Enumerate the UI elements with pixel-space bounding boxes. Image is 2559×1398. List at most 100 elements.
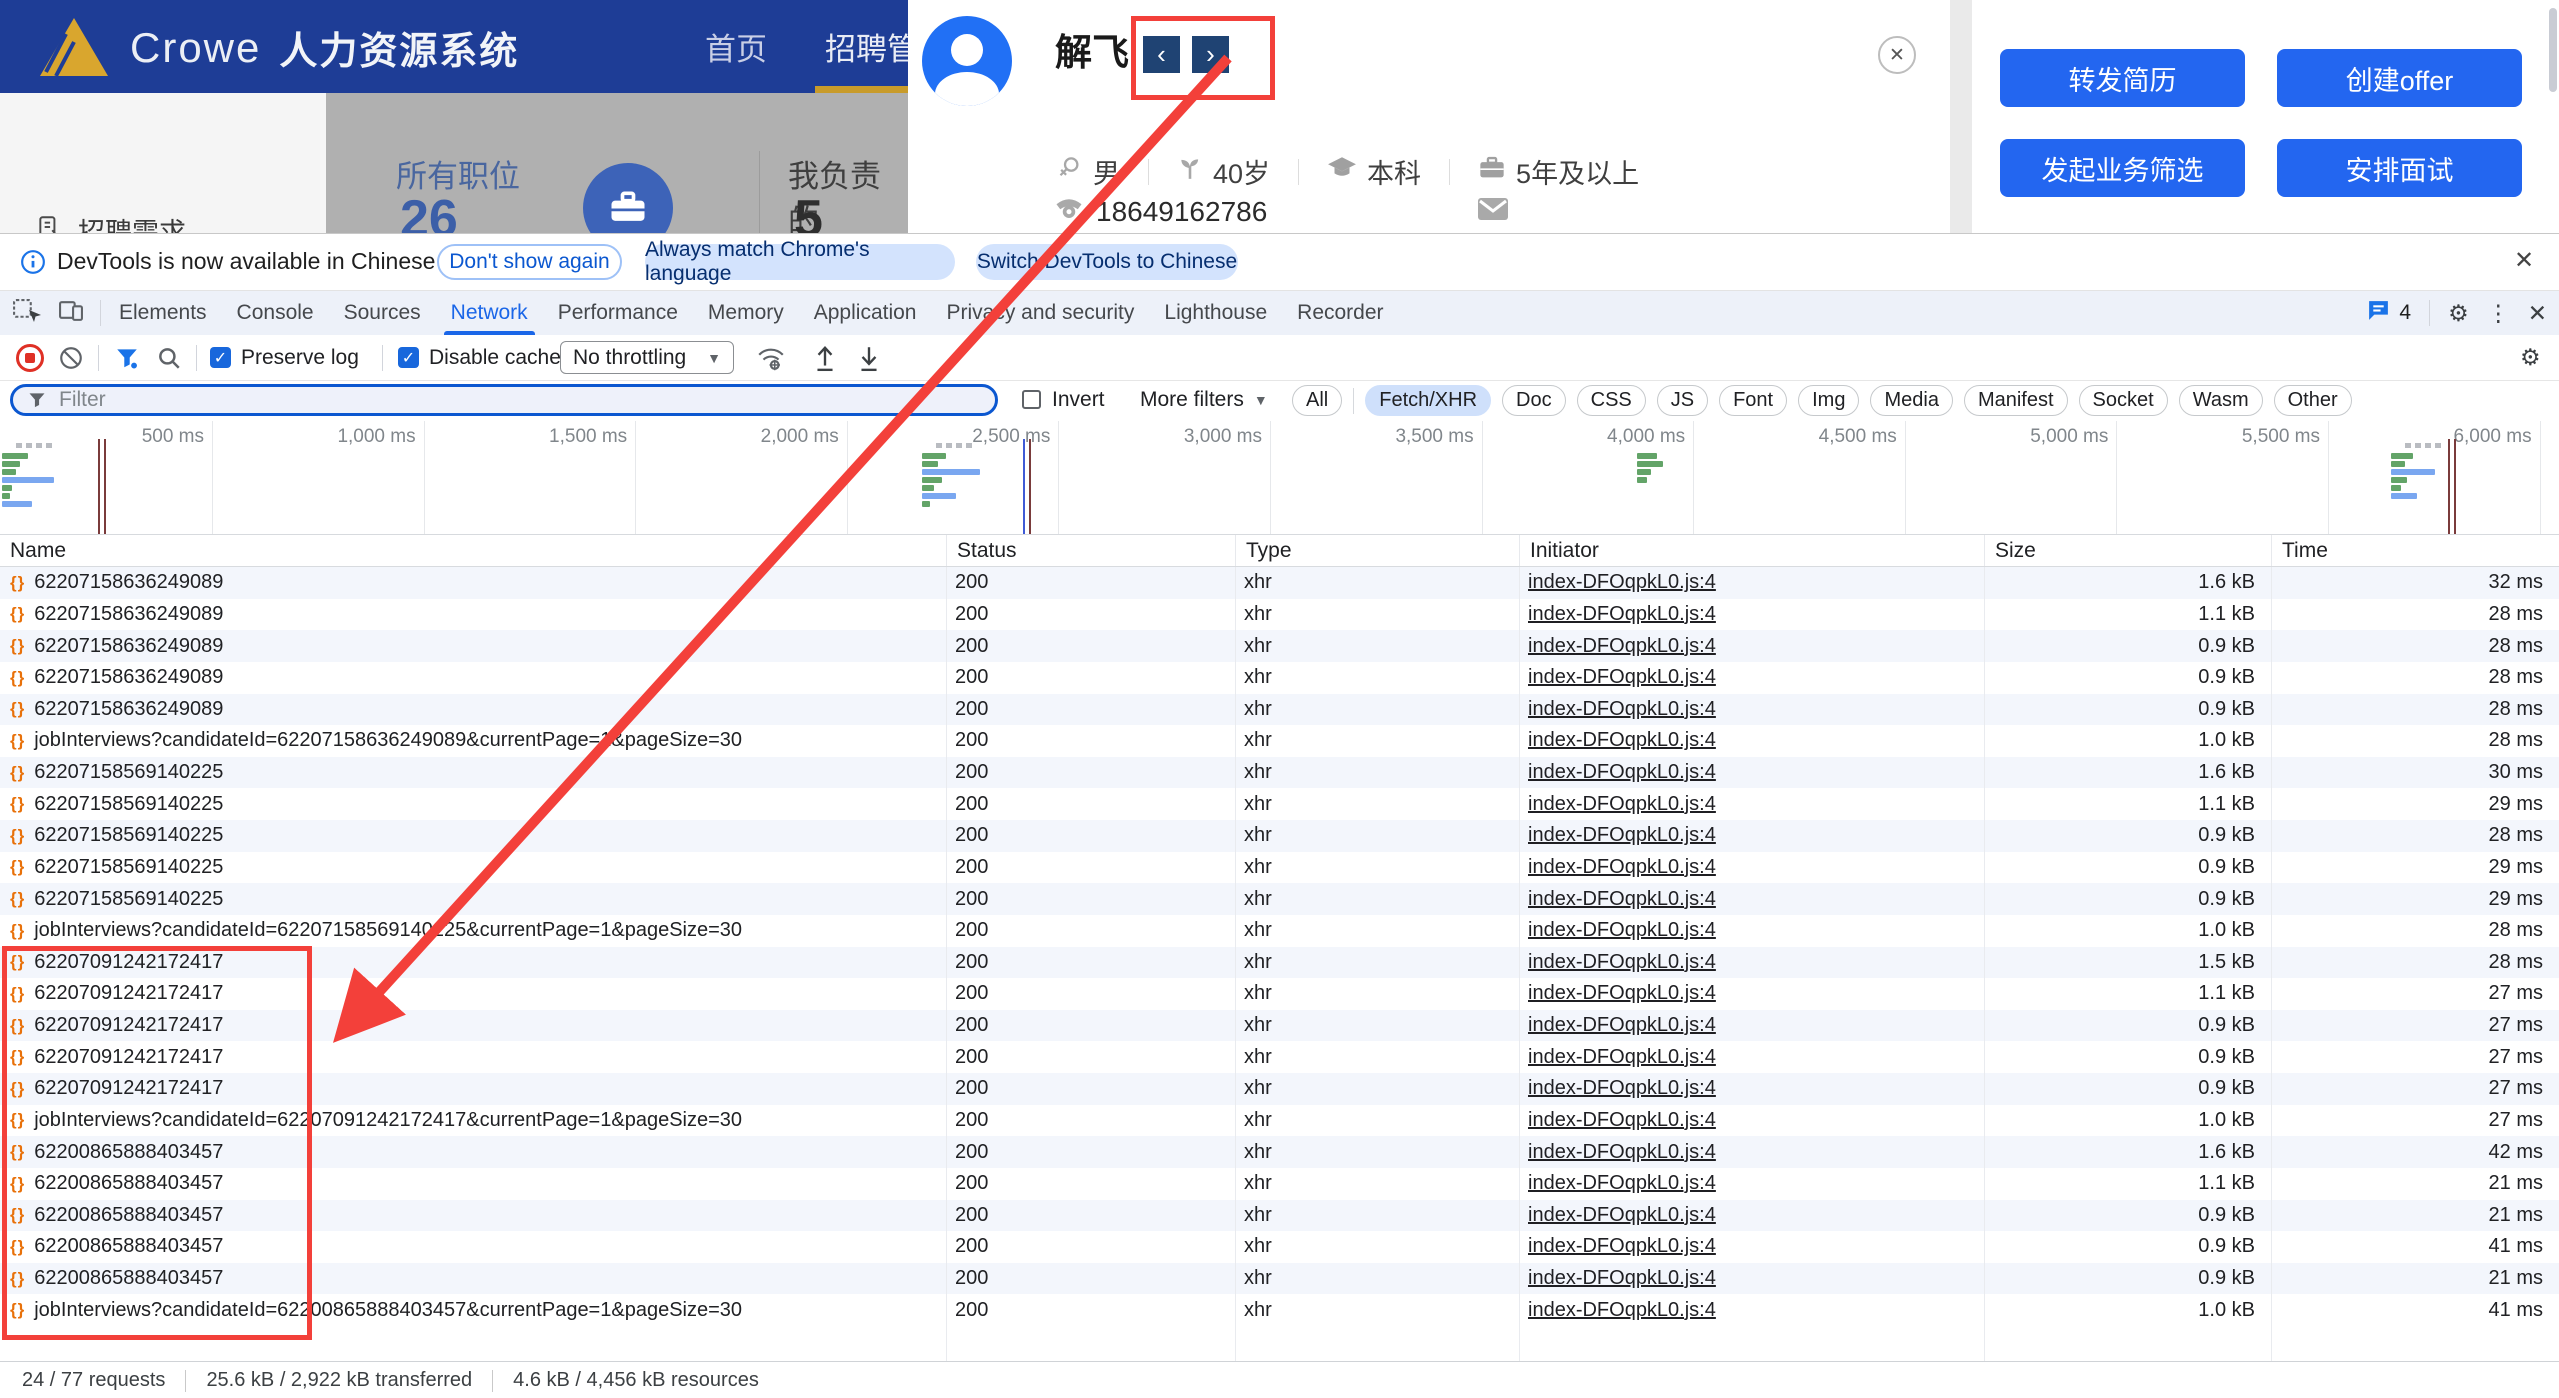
request-row[interactable]: {} 62200865888403457 200 xhr index-DFOqpkL0.… — [0, 1262, 2559, 1295]
chip-img[interactable]: Img — [1798, 385, 1860, 416]
network-settings-gear-icon[interactable]: ⚙ — [2520, 335, 2541, 380]
initiator-link[interactable]: index-DFOqpkL0.js:4 — [1528, 571, 1716, 594]
chip-font[interactable]: Font — [1719, 385, 1788, 416]
request-row[interactable]: {} 62207158636249089 200 xhr index-DFOqpkL0.… — [0, 630, 2559, 662]
inspect-element-icon[interactable] — [12, 298, 42, 328]
request-row[interactable]: {} 62207158569140225 200 xhr index-DFOqpkL0.… — [0, 756, 2559, 789]
prev-candidate-button[interactable]: ‹ — [1143, 36, 1180, 73]
always-match-language-button[interactable]: Always match Chrome's language — [645, 238, 955, 285]
tab-memory[interactable]: Memory — [693, 291, 799, 335]
request-row[interactable]: {} 62207091242172417 200 xhr index-DFOqpkL0.… — [0, 946, 2559, 979]
chip-js[interactable]: JS — [1656, 385, 1709, 416]
dont-show-again-button[interactable]: Don't show again — [437, 244, 622, 280]
chip-css[interactable]: CSS — [1576, 385, 1646, 416]
chip-media[interactable]: Media — [1870, 385, 1953, 416]
chip-all[interactable]: All — [1292, 385, 1343, 416]
initiator-link[interactable]: index-DFOqpkL0.js:4 — [1528, 1267, 1716, 1290]
initiator-link[interactable]: index-DFOqpkL0.js:4 — [1528, 666, 1716, 689]
start-screening-button[interactable]: 发起业务筛选 — [2000, 139, 2245, 197]
initiator-link[interactable]: index-DFOqpkL0.js:4 — [1528, 951, 1716, 974]
record-icon[interactable] — [16, 335, 44, 380]
request-row[interactable]: {} jobInterviews?candidateId=622071586362… — [0, 725, 2559, 757]
request-row[interactable]: {} 62207091242172417 200 xhr index-DFOqpkL0.… — [0, 978, 2559, 1010]
import-har-icon[interactable] — [856, 335, 882, 380]
column-header-size[interactable]: Size — [1985, 535, 2272, 566]
close-devtools-icon[interactable]: ✕ — [2528, 301, 2547, 325]
request-row[interactable]: {} 62200865888403457 200 xhr index-DFOqpkL0.… — [0, 1231, 2559, 1263]
initiator-link[interactable]: index-DFOqpkL0.js:4 — [1528, 603, 1716, 626]
infobar-close-icon[interactable]: ✕ — [2514, 246, 2534, 275]
more-filters-button[interactable]: More filters ▼ — [1140, 388, 1268, 412]
export-har-icon[interactable] — [812, 335, 838, 380]
initiator-link[interactable]: index-DFOqpkL0.js:4 — [1528, 1077, 1716, 1100]
initiator-link[interactable]: index-DFOqpkL0.js:4 — [1528, 1109, 1716, 1132]
initiator-link[interactable]: index-DFOqpkL0.js:4 — [1528, 919, 1716, 942]
switch-devtools-chinese-button[interactable]: Switch DevTools to Chinese — [976, 244, 1238, 280]
chip-socket[interactable]: Socket — [2078, 385, 2168, 416]
tab-network[interactable]: Network — [436, 291, 543, 335]
chip-manifest[interactable]: Manifest — [1963, 385, 2068, 416]
chip-fetchxhr[interactable]: Fetch/XHR — [1365, 385, 1492, 416]
request-row[interactable]: {} 62207158569140225 200 xhr index-DFOqpkL0.… — [0, 851, 2559, 884]
request-row[interactable]: {} 62207091242172417 200 xhr index-DFOqpkL0.… — [0, 1073, 2559, 1105]
chip-doc[interactable]: Doc — [1502, 385, 1566, 416]
request-row[interactable]: {} 62207158636249089 200 xhr index-DFOqpkL0.… — [0, 693, 2559, 726]
tab-console[interactable]: Console — [222, 291, 329, 335]
request-row[interactable]: {} 62207158569140225 200 xhr index-DFOqpkL0.… — [0, 788, 2559, 820]
device-toolbar-icon[interactable] — [58, 298, 84, 328]
search-icon[interactable] — [156, 335, 182, 380]
next-candidate-button[interactable]: › — [1192, 36, 1229, 73]
chip-other[interactable]: Other — [2273, 385, 2352, 416]
request-row[interactable]: {} jobInterviews?candidateId=622008658884… — [0, 1294, 2559, 1326]
request-row[interactable]: {} 62200865888403457 200 xhr index-DFOqpkL0.… — [0, 1199, 2559, 1232]
request-row[interactable]: {} jobInterviews?candidateId=622070912421… — [0, 1104, 2559, 1137]
page-scrollbar[interactable] — [2549, 8, 2557, 92]
create-offer-button[interactable]: 创建offer — [2277, 49, 2522, 107]
request-row[interactable]: {} 62200865888403457 200 xhr index-DFOqpkL0.… — [0, 1167, 2559, 1200]
network-overview-timeline[interactable]: 500 ms 1,000 ms 1,500 ms 2,000 ms 2,500 ms 3,… — [0, 421, 2559, 535]
sidebar-item-recruit-needs[interactable]: 招聘需求 — [36, 211, 186, 233]
column-header-time[interactable]: Time — [2272, 535, 2559, 566]
preserve-log-checkbox[interactable]: ✓ Preserve log — [210, 335, 359, 380]
request-row[interactable]: {} 62207158636249089 200 xhr index-DFOqpkL0.… — [0, 567, 2559, 599]
tab-application[interactable]: Application — [799, 291, 932, 335]
initiator-link[interactable]: index-DFOqpkL0.js:4 — [1528, 1014, 1716, 1037]
tab-recorder[interactable]: Recorder — [1282, 291, 1398, 335]
initiator-link[interactable]: index-DFOqpkL0.js:4 — [1528, 635, 1716, 658]
column-header-status[interactable]: Status — [947, 535, 1236, 566]
clear-icon[interactable] — [58, 335, 84, 380]
initiator-link[interactable]: index-DFOqpkL0.js:4 — [1528, 761, 1716, 784]
request-row[interactable]: {} jobInterviews?candidateId=622071585691… — [0, 914, 2559, 947]
initiator-link[interactable]: index-DFOqpkL0.js:4 — [1528, 793, 1716, 816]
initiator-link[interactable]: index-DFOqpkL0.js:4 — [1528, 1299, 1716, 1322]
request-row[interactable]: {} 62207158636249089 200 xhr index-DFOqpkL0.… — [0, 598, 2559, 631]
column-header-type[interactable]: Type — [1236, 535, 1520, 566]
initiator-link[interactable]: index-DFOqpkL0.js:4 — [1528, 729, 1716, 752]
tab-performance[interactable]: Performance — [543, 291, 693, 335]
column-header-name[interactable]: Name — [0, 535, 947, 566]
request-row[interactable]: {} 62200865888403457 200 xhr index-DFOqpkL0.… — [0, 1136, 2559, 1168]
initiator-link[interactable]: index-DFOqpkL0.js:4 — [1528, 982, 1716, 1005]
tab-elements[interactable]: Elements — [104, 291, 222, 335]
initiator-link[interactable]: index-DFOqpkL0.js:4 — [1528, 1235, 1716, 1258]
request-row[interactable]: {} 62207158569140225 200 xhr index-DFOqpkL0.… — [0, 820, 2559, 852]
tab-privacy-and-security[interactable]: Privacy and security — [931, 291, 1149, 335]
nav-item-0[interactable]: 首页 — [705, 0, 767, 93]
close-popup-button[interactable]: ✕ — [1878, 36, 1916, 74]
chat-bubble-icon[interactable] — [2366, 298, 2391, 328]
disable-cache-checkbox[interactable]: ✓ Disable cache — [398, 335, 561, 380]
chip-wasm[interactable]: Wasm — [2178, 385, 2263, 416]
network-conditions-icon[interactable] — [756, 335, 786, 380]
tab-sources[interactable]: Sources — [329, 291, 436, 335]
column-header-initiator[interactable]: Initiator — [1520, 535, 1985, 566]
filter-input[interactable] — [57, 387, 941, 413]
initiator-link[interactable]: index-DFOqpkL0.js:4 — [1528, 824, 1716, 847]
forward-resume-button[interactable]: 转发简历 — [2000, 49, 2245, 107]
gear-icon[interactable]: ⚙ — [2448, 301, 2469, 325]
initiator-link[interactable]: index-DFOqpkL0.js:4 — [1528, 1141, 1716, 1164]
initiator-link[interactable]: index-DFOqpkL0.js:4 — [1528, 888, 1716, 911]
request-row[interactable]: {} 62207158569140225 200 xhr index-DFOqpkL0.… — [0, 883, 2559, 915]
tab-lighthouse[interactable]: Lighthouse — [1149, 291, 1282, 335]
initiator-link[interactable]: index-DFOqpkL0.js:4 — [1528, 1172, 1716, 1195]
schedule-interview-button[interactable]: 安排面试 — [2277, 139, 2522, 197]
